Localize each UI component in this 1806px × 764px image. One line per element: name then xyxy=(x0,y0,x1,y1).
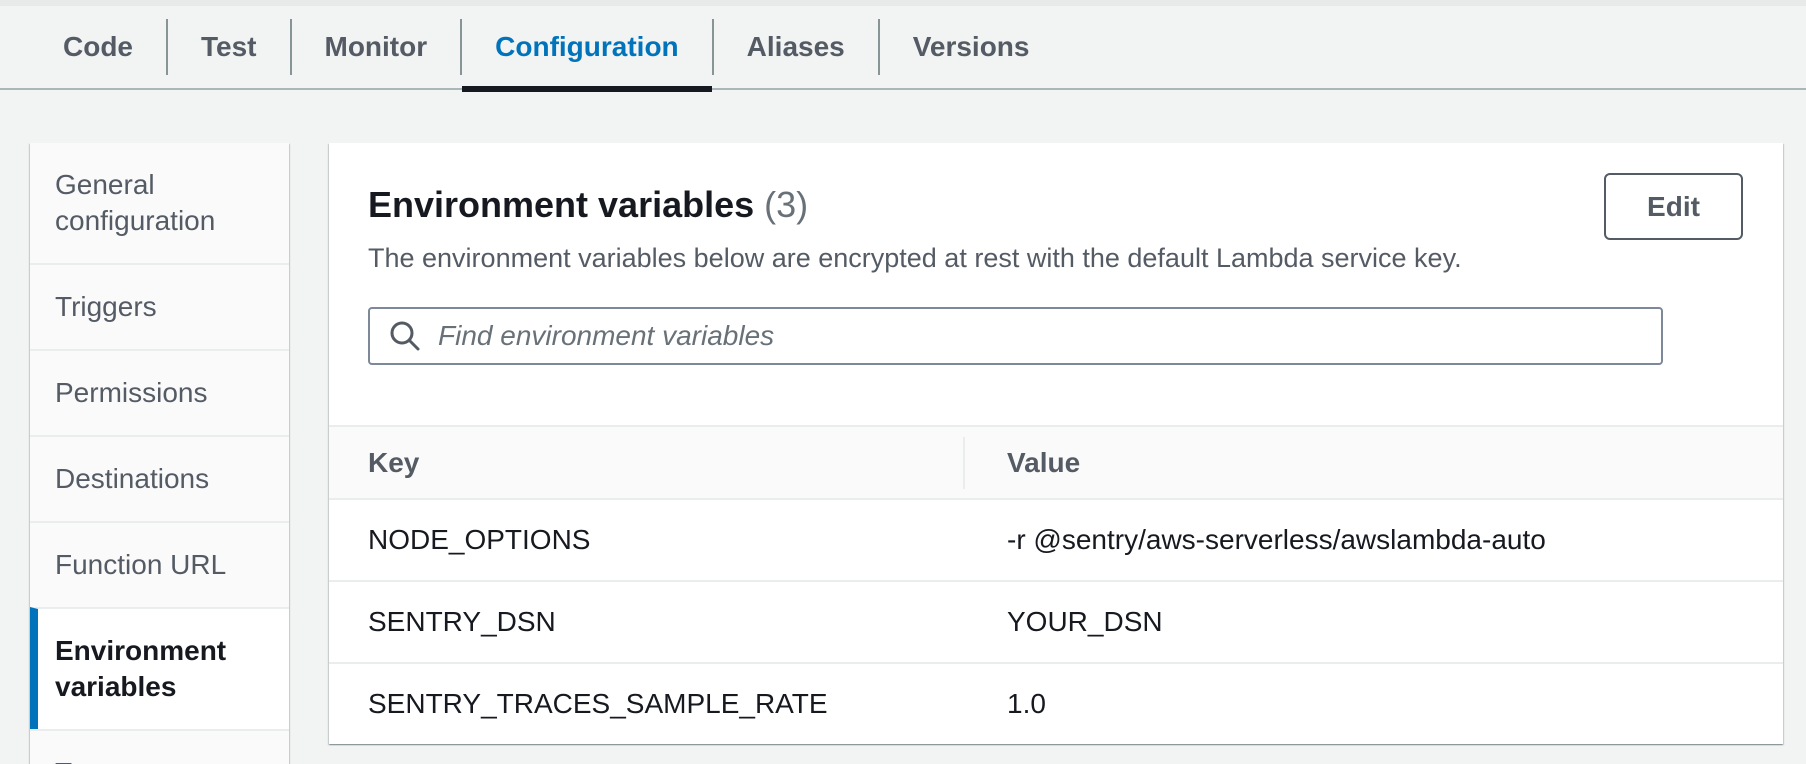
panel-title-text: Environment variables xyxy=(368,184,754,225)
table-header-row: Key Value xyxy=(329,425,1783,500)
panel-count-badge: (3) xyxy=(764,184,808,225)
panel-header: Environment variables (3) The environmen… xyxy=(329,143,1783,275)
sidebar-item-permissions[interactable]: Permissions xyxy=(30,349,289,435)
sidebar-item-function-url[interactable]: Function URL xyxy=(30,521,289,607)
sidebar-item-destinations[interactable]: Destinations xyxy=(30,435,289,521)
panel-description: The environment variables below are encr… xyxy=(368,241,1743,275)
env-var-key: SENTRY_DSN xyxy=(329,606,963,638)
sidebar-item-triggers[interactable]: Triggers xyxy=(30,263,289,349)
sidebar-item-environment-variables[interactable]: Environment variables xyxy=(30,607,289,729)
env-var-value: 1.0 xyxy=(963,688,1783,720)
env-var-key: SENTRY_TRACES_SAMPLE_RATE xyxy=(329,688,963,720)
environment-variables-table: Key Value NODE_OPTIONS -r @sentry/aws-se… xyxy=(329,425,1783,744)
tab-configuration[interactable]: Configuration xyxy=(462,6,712,88)
sidebar-item-tags[interactable]: Tags xyxy=(30,729,289,764)
panel-title: Environment variables (3) xyxy=(368,183,1743,227)
search-input[interactable] xyxy=(438,320,1643,352)
column-header-key: Key xyxy=(329,447,963,479)
configuration-content: General configuration Triggers Permissio… xyxy=(0,143,1806,764)
column-header-value: Value xyxy=(963,447,1783,479)
tab-code[interactable]: Code xyxy=(30,6,166,88)
edit-button[interactable]: Edit xyxy=(1604,173,1743,240)
table-row: SENTRY_DSN YOUR_DSN xyxy=(329,582,1783,664)
tab-aliases[interactable]: Aliases xyxy=(714,6,878,88)
search-box xyxy=(368,307,1663,365)
environment-variables-panel: Environment variables (3) The environmen… xyxy=(329,143,1783,744)
table-row: NODE_OPTIONS -r @sentry/aws-serverless/a… xyxy=(329,500,1783,582)
sidebar-item-general-configuration[interactable]: General configuration xyxy=(30,143,289,263)
search-icon xyxy=(388,319,422,353)
env-var-value: -r @sentry/aws-serverless/awslambda-auto xyxy=(963,524,1783,556)
tab-versions[interactable]: Versions xyxy=(880,6,1063,88)
env-var-value: YOUR_DSN xyxy=(963,606,1783,638)
tab-test[interactable]: Test xyxy=(168,6,290,88)
configuration-sidebar: General configuration Triggers Permissio… xyxy=(30,143,289,764)
tab-monitor[interactable]: Monitor xyxy=(292,6,461,88)
function-tab-bar: Code Test Monitor Configuration Aliases … xyxy=(0,6,1806,90)
table-row: SENTRY_TRACES_SAMPLE_RATE 1.0 xyxy=(329,664,1783,744)
env-var-key: NODE_OPTIONS xyxy=(329,524,963,556)
